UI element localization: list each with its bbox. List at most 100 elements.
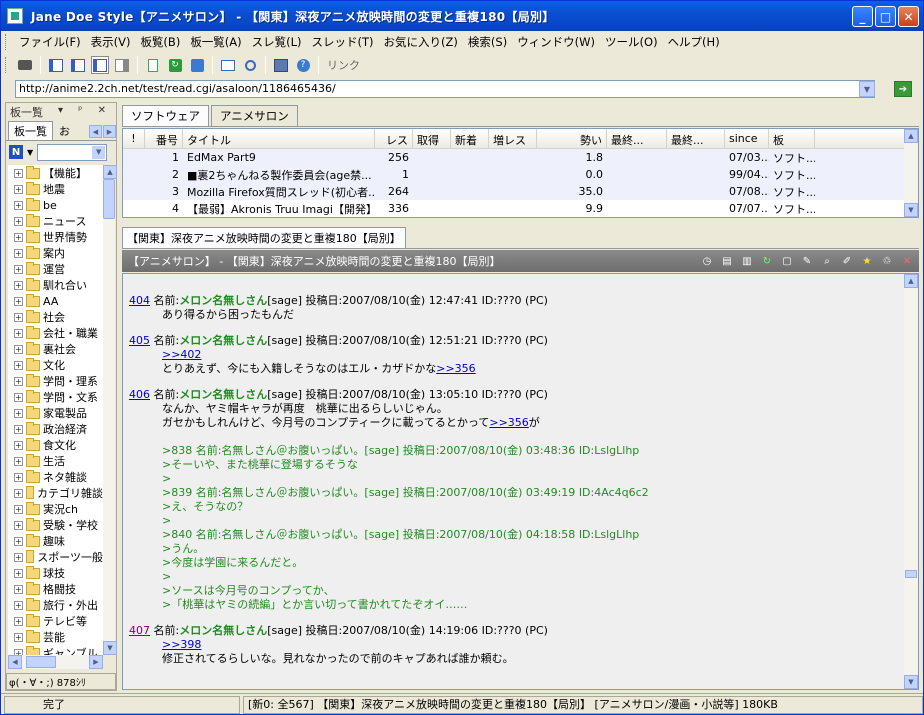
menu-item[interactable]: 板一覧(A) (185, 34, 246, 50)
column-header[interactable]: 最終... (607, 129, 667, 148)
tree-item[interactable]: + カテゴリ雑談 (8, 485, 103, 501)
layout-4-icon[interactable] (113, 56, 131, 74)
close-button[interactable]: ✕ (898, 6, 919, 27)
tree-item[interactable]: + 会社・職業 (8, 325, 103, 341)
address-dropdown-icon[interactable]: ▼ (859, 81, 875, 97)
expand-icon[interactable]: + (14, 600, 23, 610)
memo-icon[interactable]: ✐ (839, 253, 855, 269)
write-icon[interactable] (144, 56, 162, 74)
tree-item[interactable]: + 地震 (8, 181, 103, 197)
column-header[interactable]: ! (123, 129, 145, 148)
close-thread-icon[interactable]: ✕ (899, 253, 915, 269)
thread-row[interactable]: 4 【最弱】Akronis Truu Imagi【開発】... 336 9.9 07/0… (123, 200, 918, 217)
tree-item[interactable]: + 受験・学校 (8, 517, 103, 533)
expand-icon[interactable]: + (14, 232, 23, 242)
board-tree-hscrollbar[interactable]: ◀ ▶ (8, 655, 103, 669)
filter-n-icon[interactable]: N (9, 145, 23, 159)
refresh-all-icon[interactable] (188, 56, 206, 74)
expand-icon[interactable]: + (14, 344, 23, 354)
menu-item[interactable]: ツール(O) (600, 34, 663, 50)
title-bar[interactable]: Jane Doe Style【アニメサロン】 - 【関東】深夜アニメ放映時間の変… (1, 1, 923, 31)
app-icon[interactable] (7, 8, 23, 24)
expand-icon[interactable]: + (14, 488, 23, 498)
menu-item[interactable]: ウィンドウ(W) (512, 34, 600, 50)
board-pane-controls[interactable]: ▾ ᵖ ✕ (58, 105, 112, 116)
chevron-left-icon[interactable]: ◀ (89, 125, 102, 138)
tree-item[interactable]: + 世界情勢 (8, 229, 103, 245)
document-arrow-icon[interactable]: ▥ (739, 253, 755, 269)
column-header[interactable]: 増レス (489, 129, 537, 148)
scroll-down-icon[interactable]: ▼ (904, 203, 918, 217)
tree-item[interactable]: + AA (8, 293, 103, 309)
menu-item[interactable]: スレッド(T) (307, 34, 379, 50)
reply-anchor-link[interactable]: >>398 (162, 638, 201, 651)
scroll-up-icon[interactable]: ▲ (904, 129, 918, 143)
menu-item[interactable]: 表示(V) (86, 34, 136, 50)
column-header[interactable]: 勢い (537, 129, 607, 148)
expand-icon[interactable]: + (14, 216, 23, 226)
tree-item[interactable]: + 趣味 (8, 533, 103, 549)
menu-item[interactable]: 検索(S) (463, 34, 512, 50)
comment-icon[interactable] (219, 56, 237, 74)
tree-item[interactable]: + be (8, 197, 103, 213)
disconnect-icon[interactable] (16, 56, 34, 74)
board-list-icon[interactable] (272, 56, 290, 74)
tree-item[interactable]: + ネタ雑談 (8, 469, 103, 485)
chevron-down-icon[interactable]: ▼ (27, 148, 33, 157)
scroll-up-icon[interactable]: ▲ (904, 274, 918, 288)
post-number-link[interactable]: 406 (129, 388, 150, 401)
search-icon[interactable] (241, 56, 259, 74)
star-icon[interactable]: ★ (859, 253, 875, 269)
reply-anchor-link[interactable]: >>356 (436, 362, 475, 375)
post-number-link[interactable]: 404 (129, 294, 150, 307)
expand-icon[interactable]: + (14, 504, 23, 514)
tree-item[interactable]: + 案内 (8, 245, 103, 261)
refresh-icon[interactable]: ↻ (166, 56, 184, 74)
menu-item[interactable]: ファイル(F) (14, 34, 86, 50)
column-header[interactable]: 最終... (667, 129, 725, 148)
pen-icon[interactable]: ✎ (799, 253, 815, 269)
column-header[interactable]: レス (375, 129, 413, 148)
expand-icon[interactable]: + (14, 408, 23, 418)
layout-2-icon[interactable] (69, 56, 87, 74)
help-icon[interactable]: ? (294, 56, 312, 74)
document-icon[interactable]: ▤ (719, 253, 735, 269)
tree-item[interactable]: + ニュース (8, 213, 103, 229)
expand-icon[interactable]: + (14, 280, 23, 290)
address-input[interactable]: http://anime2.2ch.net/test/read.cgi/asal… (15, 80, 875, 98)
viewer-scrollbar[interactable]: ▲ ▼ (904, 274, 918, 689)
thread-row[interactable]: 2 ■裏2ちゃんねる製作委員会(age禁... 1 0.0 99/04... ソフト... (123, 166, 918, 183)
expand-icon[interactable]: + (14, 440, 23, 450)
scroll-thumb[interactable] (103, 179, 115, 219)
tree-item[interactable]: + スポーツ一般 (8, 549, 103, 565)
tree-item[interactable]: + 馴れ合い (8, 277, 103, 293)
layout-3-icon[interactable] (91, 56, 109, 74)
toolbar-grip[interactable] (5, 57, 8, 73)
expand-icon[interactable]: + (14, 456, 23, 466)
expand-icon[interactable]: + (14, 184, 23, 194)
scroll-left-icon[interactable]: ◀ (8, 655, 22, 669)
tree-item[interactable]: + 文化 (8, 357, 103, 373)
reply-anchor-link[interactable]: >>402 (162, 348, 201, 361)
menu-grip[interactable] (5, 34, 8, 50)
scroll-down-icon[interactable]: ▼ (904, 675, 918, 689)
expand-icon[interactable]: + (14, 392, 23, 402)
menu-item[interactable]: ヘルプ(H) (663, 34, 725, 50)
expand-icon[interactable]: + (14, 584, 23, 594)
tree-item[interactable]: + 家電製品 (8, 405, 103, 421)
expand-icon[interactable]: + (14, 632, 23, 642)
column-header[interactable]: 取得 (413, 129, 451, 148)
tree-item[interactable]: + 格闘技 (8, 581, 103, 597)
column-header[interactable]: 板 (769, 129, 815, 148)
layout-1-icon[interactable] (47, 56, 65, 74)
tree-item[interactable]: + 旅行・外出 (8, 597, 103, 613)
tree-item[interactable]: + 球技 (8, 565, 103, 581)
tab-software[interactable]: ソフトウェア (122, 105, 209, 126)
column-header[interactable]: 番号 (145, 129, 183, 148)
expand-icon[interactable]: + (14, 536, 23, 546)
reload-icon[interactable]: ↻ (759, 253, 775, 269)
tree-item[interactable]: + テレビ等 (8, 613, 103, 629)
search-icon[interactable]: ⌕ (819, 253, 835, 269)
tree-item[interactable]: + 【機能】 (8, 165, 103, 181)
hscroll-thumb[interactable] (26, 656, 56, 668)
